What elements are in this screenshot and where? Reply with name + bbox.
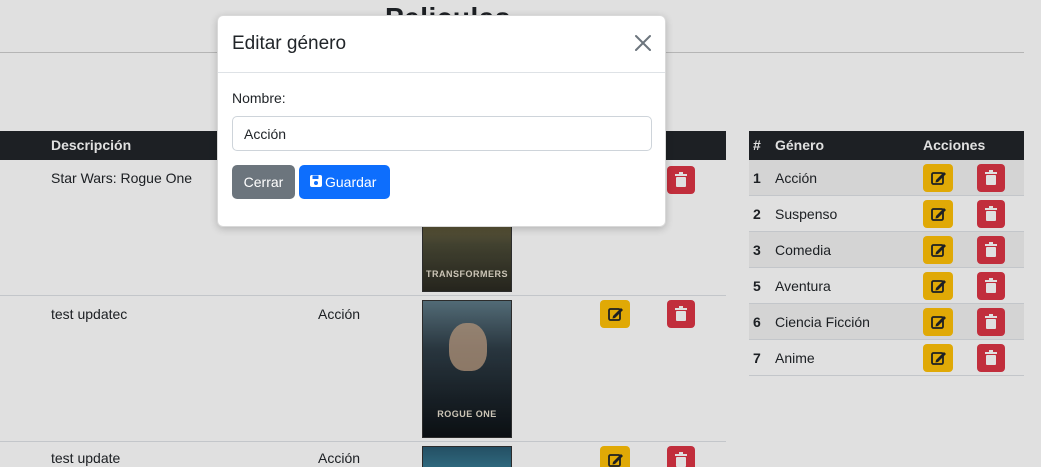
nombre-input[interactable] bbox=[232, 116, 652, 151]
page: Peliculas Descripción Star Wars: Rogue O… bbox=[0, 0, 1041, 467]
guardar-button[interactable]: Guardar bbox=[299, 165, 390, 199]
edit-genre-modal: Editar género Nombre: Cerrar Guardar bbox=[217, 15, 666, 227]
modal-header: Editar género bbox=[218, 16, 665, 73]
guardar-label: Guardar bbox=[325, 174, 377, 190]
nombre-label: Nombre: bbox=[232, 90, 286, 106]
floppy-disk-icon bbox=[310, 175, 322, 187]
modal-title: Editar género bbox=[232, 33, 347, 54]
cerrar-button[interactable]: Cerrar bbox=[232, 165, 295, 199]
close-icon[interactable] bbox=[632, 32, 654, 54]
